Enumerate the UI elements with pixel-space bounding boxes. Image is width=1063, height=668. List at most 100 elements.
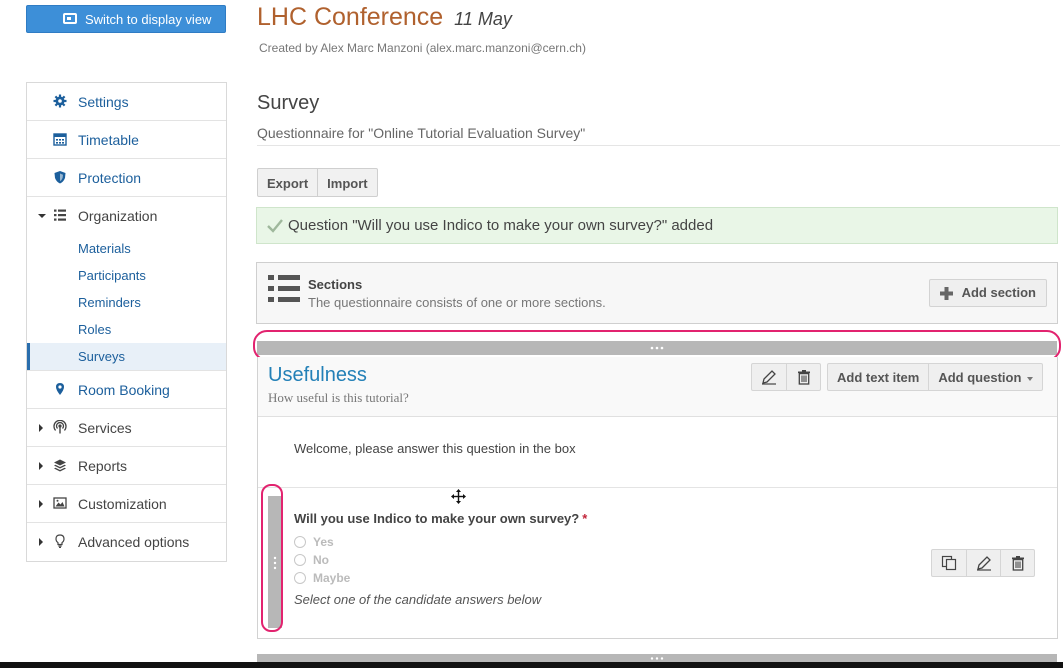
page-title: Survey <box>257 92 320 114</box>
section-tools <box>751 363 821 391</box>
subitem-label: Roles <box>78 322 112 337</box>
sidebar-item-room-booking[interactable]: Room Booking <box>27 371 226 409</box>
question-tool-group <box>931 549 1035 577</box>
highlight-annotation <box>261 484 283 632</box>
add-text-item-button[interactable]: Add text item <box>828 364 928 390</box>
add-question-label: Add question <box>938 370 1022 385</box>
import-button[interactable]: Import <box>317 169 376 196</box>
section-add-tools: Add text item Add question <box>827 363 1044 391</box>
trash-icon <box>1012 556 1024 571</box>
sidebar-item-reports[interactable]: Reports <box>27 447 226 485</box>
sidebar-subitem-reminders[interactable]: Reminders <box>27 289 226 316</box>
sidebar-menu: Settings Timetable Protection Organizati… <box>26 82 227 562</box>
trash-icon <box>798 370 810 385</box>
sidebar-item-label: Protection <box>78 170 142 186</box>
sidebar-item-settings[interactable]: Settings <box>27 83 226 121</box>
switch-button-label: Switch to display view <box>85 11 212 27</box>
broadcast-icon <box>53 420 67 434</box>
sidebar-subitem-roles[interactable]: Roles <box>27 316 226 343</box>
survey-section: Usefulness How useful is this tutorial? … <box>257 357 1058 639</box>
location-pin-icon <box>56 383 64 395</box>
edit-question-button[interactable] <box>966 550 1000 576</box>
copy-icon <box>941 555 957 571</box>
sidebar-item-label: Settings <box>78 94 129 110</box>
display-icon <box>63 13 77 24</box>
divider <box>258 487 1057 488</box>
welcome-text-item: Welcome, please answer this question in … <box>294 441 576 456</box>
sidebar-item-customization[interactable]: Customization <box>27 485 226 523</box>
section-title: Usefulness <box>268 364 367 386</box>
sidebar-item-label: Customization <box>78 496 167 512</box>
export-button[interactable]: Export <box>258 169 317 196</box>
delete-question-button[interactable] <box>1000 550 1034 576</box>
radio-button[interactable] <box>294 572 306 584</box>
sidebar-item-label: Room Booking <box>78 382 170 398</box>
sidebar-subitem-participants[interactable]: Participants <box>27 262 226 289</box>
edit-section-button[interactable] <box>752 364 786 390</box>
success-alert: Question "Will you use Indico to make yo… <box>256 207 1058 244</box>
move-cursor-icon <box>451 489 466 504</box>
calendar-icon <box>53 133 67 146</box>
subitem-label: Surveys <box>78 349 125 364</box>
image-icon <box>53 497 67 509</box>
question-title-text: Will you use Indico to make your own sur… <box>294 511 580 526</box>
chevron-right-icon <box>39 424 43 432</box>
drag-dots-icon <box>650 657 664 660</box>
sidebar-item-organization[interactable]: Organization <box>27 197 226 235</box>
sidebar-item-label: Services <box>78 420 132 436</box>
delete-section-button[interactable] <box>786 364 820 390</box>
sidebar-subitem-surveys[interactable]: Surveys <box>27 343 226 370</box>
question-help-text: Select one of the candidate answers belo… <box>294 592 542 607</box>
list-icon <box>54 209 66 221</box>
gear-icon <box>53 94 67 108</box>
question-title: Will you use Indico to make your own sur… <box>294 511 587 526</box>
sections-panel: Sections The questionnaire consists of o… <box>256 262 1058 324</box>
sidebar-item-label: Timetable <box>78 132 139 148</box>
add-section-label: Add section <box>961 285 1036 300</box>
copy-question-button[interactable] <box>932 550 966 576</box>
chevron-down-icon <box>38 214 46 218</box>
sidebar-item-services[interactable]: Services <box>27 409 226 447</box>
add-section-button[interactable]: Add section <box>928 279 1047 307</box>
lightbulb-icon <box>55 534 65 548</box>
sidebar-item-label: Reports <box>78 458 128 474</box>
sections-description: The questionnaire consists of one or mor… <box>308 295 606 310</box>
pencil-icon <box>977 556 991 571</box>
chevron-right-icon <box>39 462 43 470</box>
created-by: Created by Alex Marc Manzoni (alex.marc.… <box>259 41 586 55</box>
export-import-group: Export Import <box>257 168 378 197</box>
radio-button[interactable] <box>294 554 306 566</box>
question-tools <box>931 549 1035 577</box>
subitem-label: Participants <box>78 268 146 283</box>
alert-text: Question "Will you use Indico to make yo… <box>288 217 714 234</box>
shield-icon <box>54 171 66 184</box>
sidebar-item-label: Advanced options <box>78 534 190 550</box>
subitem-label: Reminders <box>78 295 141 310</box>
required-mark: * <box>582 511 588 526</box>
frame-edge <box>0 662 1063 668</box>
sidebar-subitem-materials[interactable]: Materials <box>27 235 226 262</box>
sidebar-item-protection[interactable]: Protection <box>27 159 226 197</box>
option-label: Yes <box>313 535 334 549</box>
add-question-dropdown[interactable]: Add question <box>928 364 1042 390</box>
chevron-right-icon <box>39 500 43 508</box>
switch-to-display-view-button[interactable]: Switch to display view <box>26 5 226 33</box>
plus-icon <box>939 287 953 300</box>
conference-date: 11 May <box>454 9 512 29</box>
subitem-label: Materials <box>78 241 131 256</box>
sections-title: Sections <box>308 277 363 292</box>
option-label: No <box>313 553 329 567</box>
pencil-icon <box>762 370 776 385</box>
sidebar-item-advanced-options[interactable]: Advanced options <box>27 523 226 561</box>
sidebar-item-timetable[interactable]: Timetable <box>27 121 226 159</box>
radio-button[interactable] <box>294 536 306 548</box>
organization-submenu: Materials Participants Reminders Roles S… <box>27 235 226 371</box>
list-icon <box>268 275 300 302</box>
conference-title-text: LHC Conference <box>257 3 444 31</box>
sidebar-item-label: Organization <box>78 208 158 224</box>
layers-icon <box>54 459 66 472</box>
page-subtitle: Questionnaire for "Online Tutorial Evalu… <box>257 125 1060 146</box>
checkmark-icon <box>267 219 283 233</box>
option-label: Maybe <box>313 571 351 585</box>
conference-title: LHC Conference 11 May <box>257 3 512 32</box>
